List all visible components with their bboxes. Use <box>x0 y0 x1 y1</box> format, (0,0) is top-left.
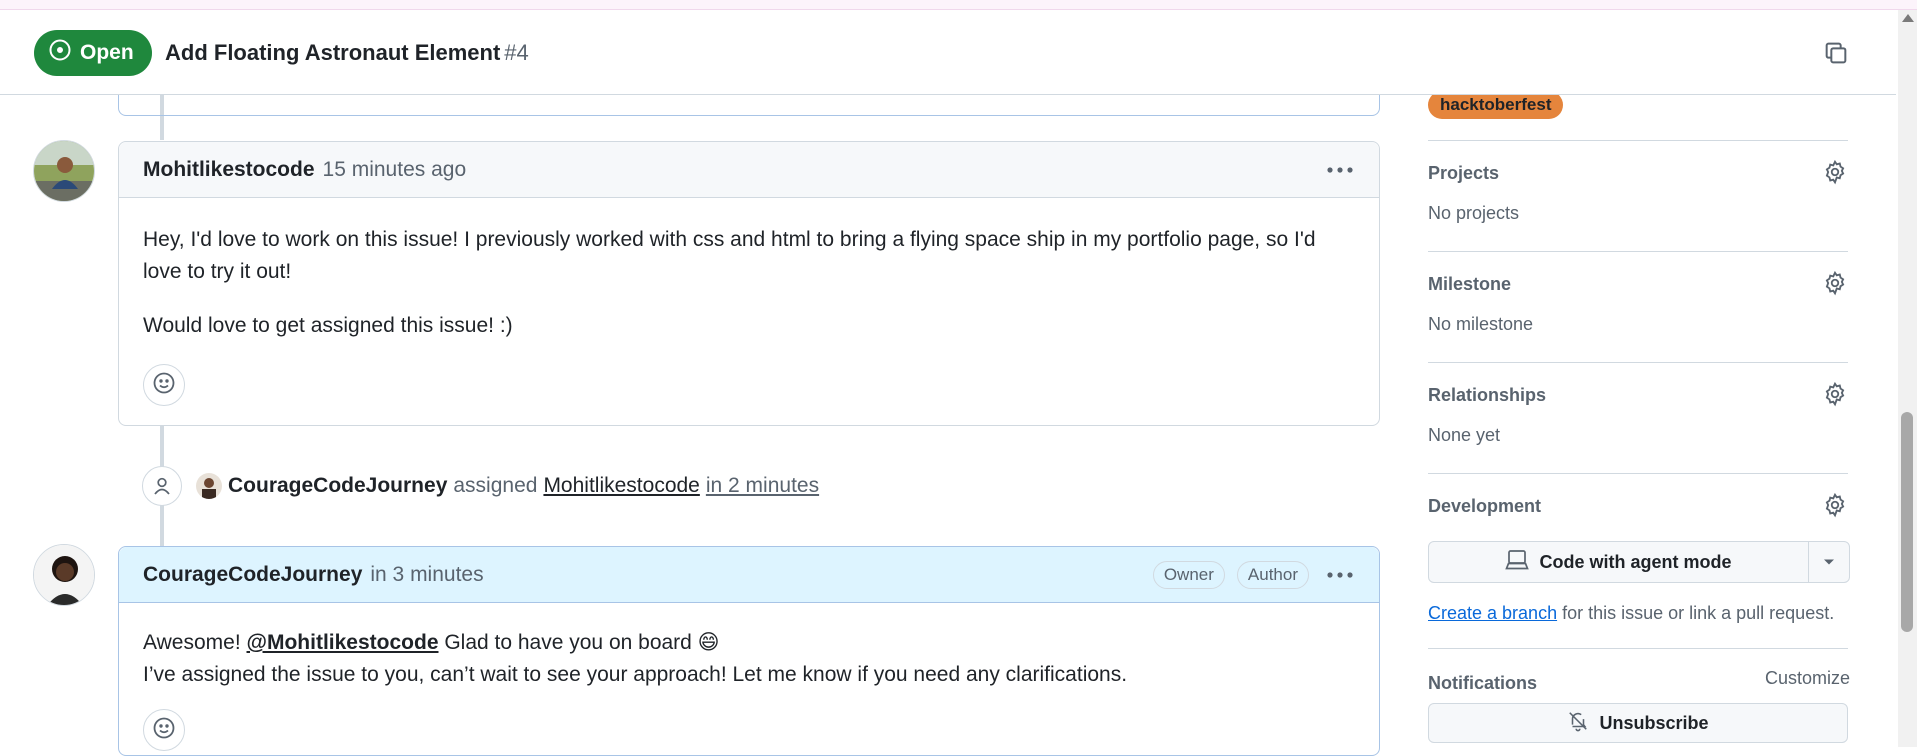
issue-title-text: Add Floating Astronaut Element <box>165 40 501 65</box>
owner-badge: Owner <box>1152 560 1225 589</box>
assignment-event: CourageCodeJourney assigned Mohitlikesto… <box>142 464 819 508</box>
notifications-title: Notifications <box>1428 673 1538 693</box>
event-timestamp[interactable]: in 2 minutes <box>706 474 819 498</box>
create-branch-link[interactable]: Create a branch <box>1428 603 1557 623</box>
relationships-value: None yet <box>1428 425 1501 445</box>
issue-state-badge: Open <box>34 30 152 76</box>
chevron-down-icon[interactable] <box>1809 542 1849 582</box>
avatar[interactable] <box>33 140 95 202</box>
comment-body: Awesome! @Mohitlikestocode Glad to have … <box>119 603 1379 691</box>
unsubscribe-button[interactable]: Unsubscribe <box>1428 703 1848 743</box>
comment-line: I’ve assigned the issue to you, can’t wa… <box>143 663 1128 686</box>
bell-slash-icon <box>1567 710 1589 737</box>
relationships-title[interactable]: Relationships <box>1428 385 1546 406</box>
vertical-scrollbar[interactable] <box>1898 10 1917 747</box>
comment-paragraph: Would love to get assigned this issue! :… <box>143 314 513 337</box>
development-title[interactable]: Development <box>1428 496 1541 517</box>
label-hacktoberfest[interactable]: hacktoberfest <box>1428 91 1564 119</box>
add-reaction-button[interactable] <box>143 364 185 406</box>
more-options-icon[interactable] <box>1325 160 1355 180</box>
customize-notifications-link[interactable]: Customize <box>1765 668 1850 689</box>
author-badge: Author <box>1236 560 1309 589</box>
sticky-issue-header: Open Add Floating Astronaut Element #4 <box>0 10 1896 95</box>
comment-author[interactable]: Mohitlikestocode <box>143 158 315 182</box>
development-hint: Create a branch for this issue or link a… <box>1428 603 1834 624</box>
person-icon <box>142 466 182 506</box>
event-assignee[interactable]: Mohitlikestocode <box>543 474 699 498</box>
event-verb: assigned <box>453 474 538 497</box>
milestone-section: Milestone No milestone <box>1428 251 1848 363</box>
actor-avatar[interactable] <box>196 473 222 499</box>
code-with-agent-button[interactable]: Code with agent mode <box>1429 542 1809 582</box>
issue-title: Add Floating Astronaut Element #4 <box>165 40 529 66</box>
comment-line: Awesome! @Mohitlikestocode Glad to have … <box>143 627 1355 659</box>
comment-paragraph: Hey, I'd love to work on this issue! I p… <box>143 228 1316 283</box>
comment-card: Mohitlikestocode 15 minutes ago Hey, I'd… <box>118 141 1380 426</box>
smiley-icon <box>152 716 176 745</box>
comment-body: Hey, I'd love to work on this issue! I p… <box>119 198 1379 342</box>
gear-icon[interactable] <box>1822 159 1848 185</box>
development-hint-text: for this issue or link a pull request. <box>1557 603 1835 623</box>
smiley-icon <box>152 371 176 400</box>
comment-author[interactable]: CourageCodeJourney <box>143 563 362 587</box>
issue-number: #4 <box>504 40 529 65</box>
event-actor[interactable]: CourageCodeJourney <box>228 474 447 498</box>
top-accent-bar <box>0 0 1917 10</box>
notifications-divider <box>1428 648 1848 650</box>
avatar[interactable] <box>33 544 95 606</box>
comment-header: Mohitlikestocode 15 minutes ago <box>119 142 1379 198</box>
projects-title[interactable]: Projects <box>1428 163 1499 184</box>
gear-icon[interactable] <box>1822 381 1848 407</box>
comment-timestamp[interactable]: 15 minutes ago <box>323 158 467 182</box>
user-mention[interactable]: @Mohitlikestocode <box>247 631 439 654</box>
issue-state-label: Open <box>80 41 134 64</box>
relationships-section: Relationships None yet <box>1428 362 1848 474</box>
projects-value: No projects <box>1428 203 1520 223</box>
issue-open-icon <box>48 38 72 68</box>
milestone-title[interactable]: Milestone <box>1428 274 1511 295</box>
projects-section: Projects No projects <box>1428 140 1848 252</box>
comment-header: CourageCodeJourney in 3 minutes Owner Au… <box>119 547 1379 603</box>
comment-card: CourageCodeJourney in 3 minutes Owner Au… <box>118 546 1380 756</box>
laptop-icon <box>1505 549 1530 576</box>
copy-icon[interactable] <box>1822 39 1850 67</box>
milestone-value: No milestone <box>1428 314 1534 334</box>
more-options-icon[interactable] <box>1325 565 1355 585</box>
comment-text: Awesome! <box>143 631 247 654</box>
add-reaction-button[interactable] <box>143 709 185 751</box>
comment-text: Glad to have you on board 😄 <box>438 631 720 654</box>
scroll-up-arrow-icon[interactable] <box>1902 14 1914 22</box>
agent-mode-split-button: Code with agent mode <box>1428 541 1850 583</box>
scrollbar-thumb[interactable] <box>1901 412 1913 632</box>
unsubscribe-label: Unsubscribe <box>1599 712 1709 733</box>
gear-icon[interactable] <box>1822 270 1848 296</box>
code-with-agent-label: Code with agent mode <box>1539 551 1732 572</box>
gear-icon[interactable] <box>1822 492 1848 518</box>
comment-timestamp[interactable]: in 3 minutes <box>370 563 483 587</box>
